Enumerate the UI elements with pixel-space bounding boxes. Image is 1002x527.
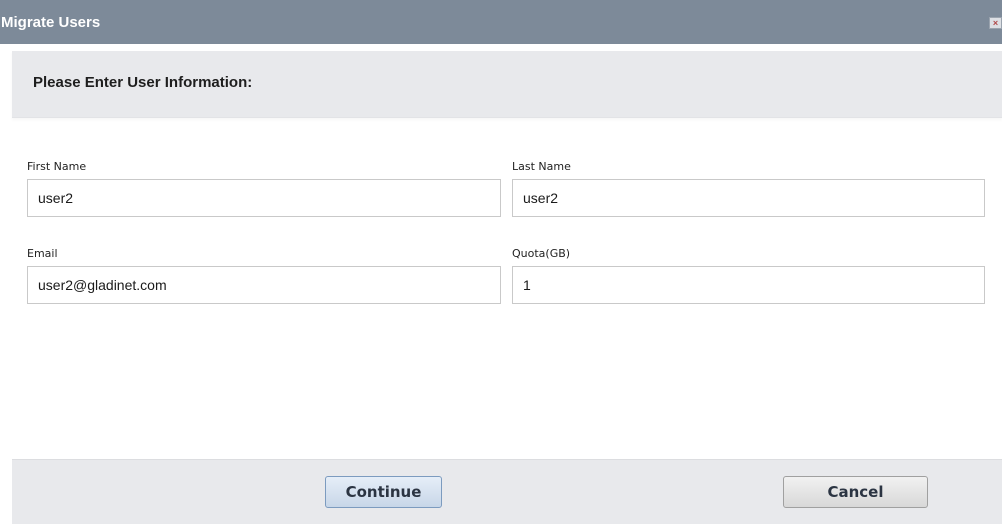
- last-name-field[interactable]: [512, 179, 985, 217]
- continue-button[interactable]: Continue: [325, 476, 442, 508]
- close-icon[interactable]: ×: [989, 17, 1002, 29]
- section-heading: Please Enter User Information:: [33, 74, 253, 91]
- dialog-title: Migrate Users: [1, 14, 101, 31]
- title-bar[interactable]: Migrate Users ×: [0, 0, 1002, 44]
- first-name-field[interactable]: [27, 179, 501, 217]
- header-band: Please Enter User Information:: [12, 51, 1002, 118]
- cancel-button[interactable]: Cancel: [783, 476, 928, 508]
- email-label: Email: [27, 247, 58, 260]
- quota-field[interactable]: [512, 266, 985, 304]
- first-name-label: First Name: [27, 160, 87, 173]
- email-field[interactable]: [27, 266, 501, 304]
- quota-label: Quota(GB): [512, 247, 571, 260]
- migrate-users-dialog: Migrate Users × Please Enter User Inform…: [0, 0, 1002, 527]
- dialog-footer: Continue Cancel: [12, 459, 1002, 524]
- last-name-label: Last Name: [512, 160, 571, 173]
